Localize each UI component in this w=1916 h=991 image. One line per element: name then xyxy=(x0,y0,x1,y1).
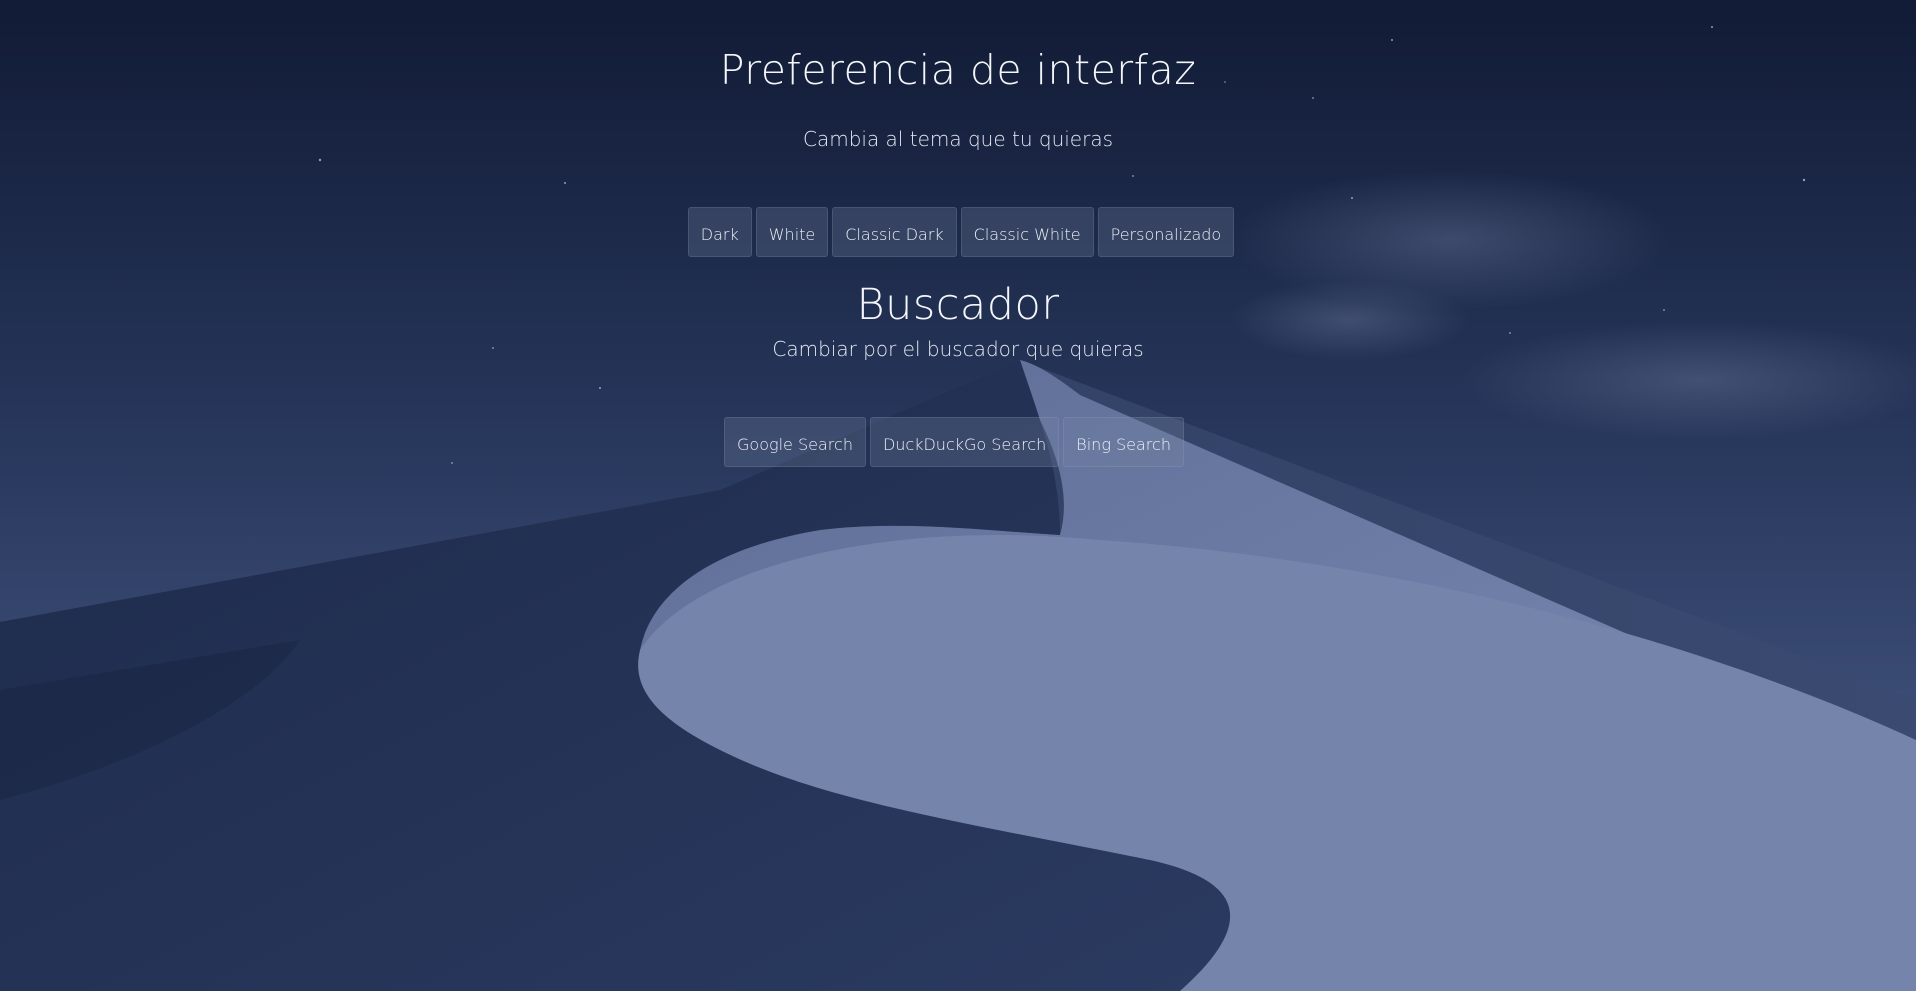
duckduckgo-search-button[interactable]: DuckDuckGo Search xyxy=(869,417,1060,467)
interface-title: Preferencia de interfaz xyxy=(719,46,1197,94)
bing-search-button[interactable]: Bing Search xyxy=(1063,417,1184,467)
theme-classic-white-button[interactable]: Classic White xyxy=(960,207,1094,257)
theme-dark-button[interactable]: Dark xyxy=(687,207,752,257)
google-search-button[interactable]: Google Search xyxy=(724,417,866,467)
page: Preferencia de interfaz Cambia al tema q… xyxy=(0,0,1916,991)
search-subtitle: Cambiar por el buscador que quieras xyxy=(772,337,1144,361)
interface-subtitle: Cambia al tema que tu quieras xyxy=(802,127,1114,151)
search-engine-button-row: Google Search DuckDuckGo Search Bing Sea… xyxy=(0,417,1912,467)
theme-classic-dark-button[interactable]: Classic Dark xyxy=(832,207,957,257)
theme-white-button[interactable]: White xyxy=(755,207,829,257)
search-title: Buscador xyxy=(856,280,1060,330)
theme-button-row: Dark White Classic Dark Classic White Pe… xyxy=(3,207,1916,257)
theme-personalizado-button[interactable]: Personalizado xyxy=(1097,207,1235,257)
